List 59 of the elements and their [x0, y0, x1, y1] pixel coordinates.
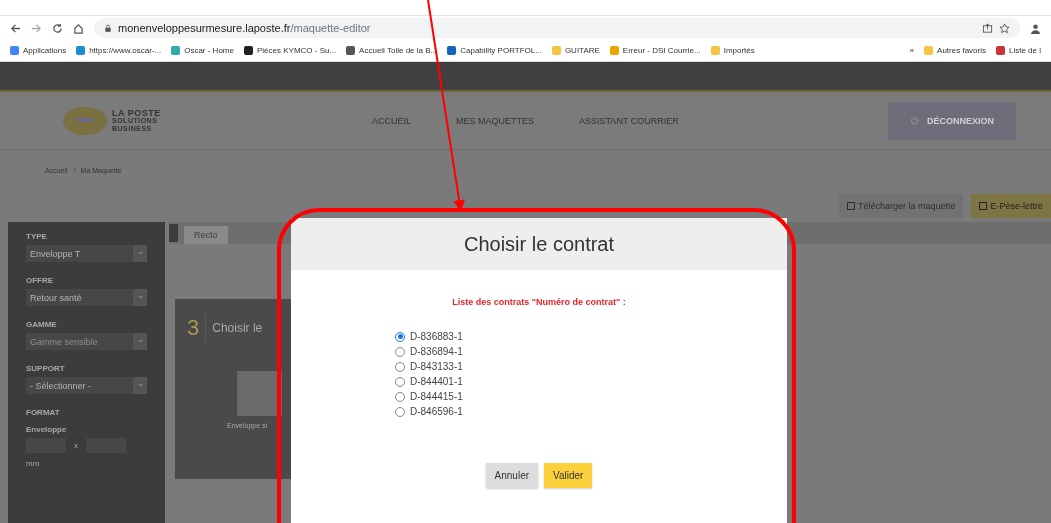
- lock-icon: [104, 23, 112, 33]
- power-icon: [910, 116, 919, 125]
- radio-button[interactable]: [395, 406, 405, 417]
- url-path: /maquette-editor: [290, 22, 371, 34]
- bookmark-item[interactable]: Applications: [10, 46, 67, 55]
- contract-option[interactable]: D-844415-1: [410, 391, 463, 402]
- contract-option[interactable]: D-843133-1: [410, 361, 463, 372]
- star-icon[interactable]: [999, 22, 1010, 34]
- field-label: FORMAT: [26, 408, 61, 417]
- select-field[interactable]: Retour santé: [26, 289, 147, 306]
- bookmark-item[interactable]: GUITARE: [551, 46, 600, 55]
- url-host: monenveloppesurmesure.laposte.fr: [118, 22, 291, 34]
- select-field[interactable]: - Sélectionner -: [26, 377, 147, 394]
- field-label: TYPE: [26, 232, 48, 241]
- contract-option[interactable]: D-836883-1: [410, 331, 463, 342]
- radio-button[interactable]: [395, 346, 405, 357]
- scale-button[interactable]: E-Pèse-lettre: [971, 194, 1051, 218]
- address-bar[interactable]: monenveloppesurmesure.laposte.fr/maquette-editor: [94, 18, 1020, 38]
- radio-button[interactable]: [395, 331, 405, 342]
- bookmark-item[interactable]: Oscar - Home: [171, 46, 234, 55]
- field-label: SUPPORT: [26, 364, 66, 373]
- list-label: Liste des contrats "Numéro de contrat" :: [452, 297, 626, 307]
- chevron-icon: [71, 167, 77, 173]
- bookmark-item[interactable]: https://www.oscar-...: [76, 46, 162, 55]
- contract-option[interactable]: D-846596-1: [410, 406, 463, 417]
- cancel-button[interactable]: Annuler: [485, 463, 539, 488]
- radio-button[interactable]: [395, 391, 405, 402]
- step-title: Choisir le: [212, 321, 263, 335]
- home-icon[interactable]: [73, 22, 84, 34]
- caret-icon: [137, 252, 143, 255]
- radio-button[interactable]: [395, 361, 405, 372]
- bookmark-item[interactable]: Pièces KYMCO - Su...: [243, 46, 337, 55]
- envelope-thumbnail[interactable]: [237, 371, 282, 416]
- dialog-title: Choisir le contrat: [463, 232, 615, 256]
- caret-icon: [137, 340, 143, 343]
- separator-text: x: [74, 441, 78, 450]
- field-label: Enveloppe: [26, 425, 68, 434]
- step-number: 3: [187, 315, 207, 341]
- bookmark-item[interactable]: Erreur - DSI Courrie...: [609, 46, 701, 55]
- field-label: GAMME: [26, 320, 58, 329]
- bookmark-item[interactable]: Capability PORTFOL...: [447, 46, 542, 55]
- field-label: OFFRE: [26, 276, 55, 285]
- caret-icon: [137, 384, 143, 387]
- unit-text: mm: [26, 459, 41, 468]
- back-icon[interactable]: [10, 22, 21, 34]
- profile-icon[interactable]: [1030, 22, 1041, 34]
- bookmark-item[interactable]: Liste de l: [995, 46, 1041, 55]
- bookmark-item[interactable]: Importés: [710, 46, 755, 55]
- forward-icon[interactable]: [31, 22, 42, 34]
- select-field[interactable]: Enveloppe T: [26, 245, 147, 262]
- bookmarks-overflow[interactable]: »: [909, 46, 915, 55]
- contract-option[interactable]: D-836894-1: [410, 346, 463, 357]
- caret-icon: [137, 296, 143, 299]
- contract-option[interactable]: D-844401-1: [410, 376, 463, 387]
- radio-button[interactable]: [395, 376, 405, 387]
- bookmark-item[interactable]: Autres favoris: [924, 46, 986, 55]
- share-icon[interactable]: [982, 22, 993, 34]
- reload-icon[interactable]: [52, 22, 63, 34]
- confirm-button[interactable]: Valider: [544, 463, 593, 488]
